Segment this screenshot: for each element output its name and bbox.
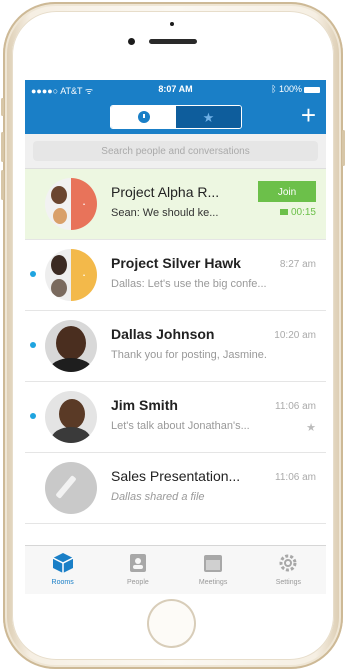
unread-indicator <box>30 271 36 277</box>
conversation-time: 8:27 am <box>279 259 316 270</box>
conversation-row-jim-smith[interactable]: Jim Smith 11:06 am Let's talk about Jona… <box>25 382 326 453</box>
mute-switch <box>1 98 4 116</box>
segment-favorites[interactable]: ★ <box>176 106 241 128</box>
nav-bar: ★ + <box>25 98 326 134</box>
conversation-title: Jim Smith <box>111 397 178 413</box>
tab-bar: Rooms People Meetings Settings <box>25 545 326 594</box>
conversation-title: Sales Presentation... <box>111 468 241 484</box>
new-conversation-button[interactable]: + <box>301 102 316 128</box>
favorite-star-icon[interactable]: ★ <box>306 421 316 434</box>
contact-photo <box>56 326 86 360</box>
power-button <box>342 130 345 166</box>
conversation-preview: Let's talk about Jonathan's... <box>111 420 250 432</box>
conversation-preview: Sean: We should ke... <box>111 207 219 219</box>
avatar <box>45 320 97 372</box>
contact-photo <box>59 399 85 429</box>
tab-people[interactable]: People <box>100 546 175 594</box>
group-avatar: · <box>45 178 97 230</box>
participant-photo <box>53 208 67 224</box>
app-screen: ●●●●○ AT&T ᯤ 8:07 AM ᛒ 100% ★ + Search p… <box>25 80 326 594</box>
participant-photo <box>51 186 67 204</box>
front-camera <box>128 38 135 45</box>
conversation-list: · Project Alpha R... Sean: We should ke.… <box>25 169 326 524</box>
tab-label: People <box>126 579 149 586</box>
conversation-preview: Dallas: Let's use the big confe... <box>111 278 267 290</box>
battery-status: ᛒ 100% <box>271 84 320 94</box>
clock-icon <box>137 111 150 123</box>
conversation-title: Project Alpha R... <box>111 184 220 200</box>
tab-label: Rooms <box>51 579 74 586</box>
conversation-title: Dallas Johnson <box>111 326 215 342</box>
view-segmented-control: ★ <box>110 105 242 129</box>
conversation-time: 11:06 am <box>275 401 316 412</box>
conversation-time: 10:20 am <box>274 330 316 341</box>
video-camera-icon <box>279 209 288 216</box>
search-bar <box>25 134 326 169</box>
conversation-preview: Thank you for posting, Jasmine. <box>111 349 267 361</box>
participant-photo <box>51 279 67 297</box>
tab-label: Settings <box>275 579 302 586</box>
rooms-cube-icon <box>52 552 74 574</box>
status-bar: ●●●●○ AT&T ᯤ 8:07 AM ᛒ 100% <box>25 80 326 98</box>
conversation-title: Project Silver Hawk <box>111 255 241 271</box>
calendar-icon <box>202 552 224 574</box>
tab-meetings[interactable]: Meetings <box>176 546 251 594</box>
pen-icon <box>55 475 77 499</box>
conversation-row-project-silver-hawk[interactable]: · Project Silver Hawk 8:27 am Dallas: Le… <box>25 240 326 311</box>
tab-label: Meetings <box>198 579 228 586</box>
conversation-preview: Dallas shared a file <box>111 491 205 503</box>
earpiece-speaker <box>149 39 197 44</box>
group-avatar: · <box>45 249 97 301</box>
join-call-button[interactable]: Join <box>258 181 316 202</box>
conversation-time: 11:06 am <box>275 472 316 483</box>
avatar-initial: · <box>81 196 87 211</box>
tab-settings[interactable]: Settings <box>251 546 326 594</box>
call-duration: 00:15 <box>279 207 316 218</box>
avatar-initial: · <box>81 267 87 282</box>
unread-indicator <box>30 342 36 348</box>
segment-recent[interactable] <box>111 106 176 128</box>
conversation-row-dallas-johnson[interactable]: Dallas Johnson 10:20 am Thank you for po… <box>25 311 326 382</box>
contact-shirt <box>49 358 93 372</box>
avatar <box>45 462 97 514</box>
avatar <box>45 391 97 443</box>
conversation-row-sales-presentation[interactable]: Sales Presentation... 11:06 am Dallas sh… <box>25 453 326 524</box>
conversation-row-project-alpha[interactable]: · Project Alpha R... Sean: We should ke.… <box>25 169 326 240</box>
proximity-sensor <box>170 22 174 26</box>
star-icon: ★ <box>202 109 215 125</box>
contact-shirt <box>51 427 91 443</box>
battery-icon <box>304 86 320 93</box>
volume-up-button <box>1 132 4 162</box>
unread-indicator <box>30 413 36 419</box>
home-button[interactable] <box>147 599 196 648</box>
tab-rooms[interactable]: Rooms <box>25 546 100 594</box>
participant-photo <box>51 255 67 275</box>
gear-icon <box>277 552 299 574</box>
contacts-icon <box>127 552 149 574</box>
volume-down-button <box>1 170 4 200</box>
search-input[interactable] <box>33 141 318 161</box>
